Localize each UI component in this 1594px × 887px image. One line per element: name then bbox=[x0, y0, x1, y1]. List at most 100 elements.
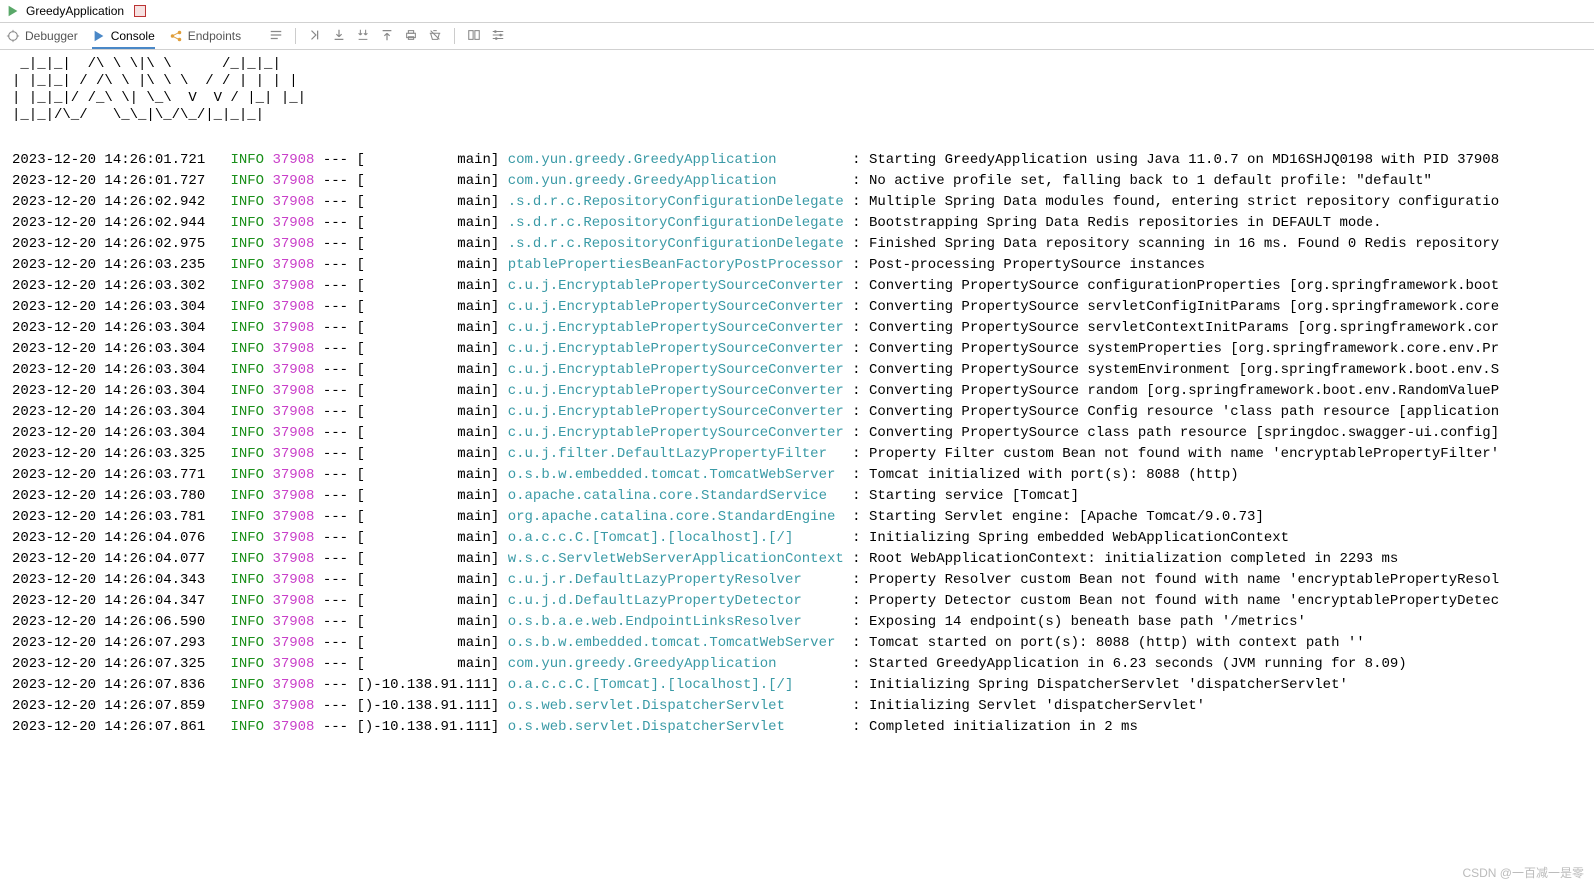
log-timestamp: 2023-12-20 14:26:03.304 bbox=[12, 341, 205, 357]
log-colon: : bbox=[844, 215, 869, 231]
log-thread: [ main] bbox=[356, 425, 499, 441]
console-icon bbox=[92, 29, 106, 43]
log-row: 2023-12-20 14:26:04.076 INFO 37908 --- [… bbox=[12, 528, 1594, 549]
log-class: c.u.j.EncryptablePropertySourceConverter bbox=[499, 278, 843, 294]
settings-icon[interactable] bbox=[491, 28, 505, 45]
log-row: 2023-12-20 14:26:02.942 INFO 37908 --- [… bbox=[12, 192, 1594, 213]
tab-endpoints[interactable]: Endpoints bbox=[169, 29, 241, 43]
log-row: 2023-12-20 14:26:03.304 INFO 37908 --- [… bbox=[12, 381, 1594, 402]
log-pid: 37908 bbox=[264, 404, 314, 420]
tab-debugger[interactable]: Debugger bbox=[6, 29, 78, 43]
log-sep: --- bbox=[314, 719, 356, 735]
log-timestamp: 2023-12-20 14:26:07.325 bbox=[12, 656, 205, 672]
titlebar: GreedyApplication bbox=[0, 0, 1594, 23]
console-output[interactable]: _|_|_| /\ \ \|\ \ /_|_|_| | |_|_| / /\ \… bbox=[0, 50, 1594, 887]
log-sep: --- bbox=[314, 194, 356, 210]
log-class: .s.d.r.c.RepositoryConfigurationDelegate bbox=[499, 194, 843, 210]
log-level: INFO bbox=[205, 236, 264, 252]
log-level: INFO bbox=[205, 572, 264, 588]
download-all-icon[interactable] bbox=[356, 28, 370, 45]
log-colon: : bbox=[844, 530, 869, 546]
log-timestamp: 2023-12-20 14:26:03.304 bbox=[12, 383, 205, 399]
log-pid: 37908 bbox=[264, 278, 314, 294]
upload-icon[interactable] bbox=[380, 28, 394, 45]
log-row: 2023-12-20 14:26:07.325 INFO 37908 --- [… bbox=[12, 654, 1594, 675]
scroll-to-end-icon[interactable] bbox=[308, 28, 322, 45]
log-level: INFO bbox=[205, 530, 264, 546]
layout-icon[interactable] bbox=[467, 28, 481, 45]
log-pid: 37908 bbox=[264, 194, 314, 210]
log-sep: --- bbox=[314, 152, 356, 168]
log-timestamp: 2023-12-20 14:26:03.780 bbox=[12, 488, 205, 504]
log-message: No active profile set, falling back to 1… bbox=[869, 173, 1432, 189]
log-sep: --- bbox=[314, 299, 356, 315]
log-thread: [ main] bbox=[356, 446, 499, 462]
log-class: c.u.j.filter.DefaultLazyPropertyFilter bbox=[499, 446, 843, 462]
log-pid: 37908 bbox=[264, 173, 314, 189]
log-colon: : bbox=[844, 257, 869, 273]
log-level: INFO bbox=[205, 299, 264, 315]
log-class: com.yun.greedy.GreedyApplication bbox=[499, 173, 843, 189]
log-colon: : bbox=[844, 173, 869, 189]
clear-icon[interactable] bbox=[428, 28, 442, 45]
log-row: 2023-12-20 14:26:03.780 INFO 37908 --- [… bbox=[12, 486, 1594, 507]
log-pid: 37908 bbox=[264, 698, 314, 714]
log-sep: --- bbox=[314, 320, 356, 336]
log-class: c.u.j.EncryptablePropertySourceConverter bbox=[499, 299, 843, 315]
log-message: Started GreedyApplication in 6.23 second… bbox=[869, 656, 1407, 672]
log-colon: : bbox=[844, 278, 869, 294]
log-colon: : bbox=[844, 593, 869, 609]
log-message: Tomcat initialized with port(s): 8088 (h… bbox=[869, 467, 1239, 483]
log-row: 2023-12-20 14:26:03.325 INFO 37908 --- [… bbox=[12, 444, 1594, 465]
log-message: Post-processing PropertySource instances bbox=[869, 257, 1205, 273]
log-sep: --- bbox=[314, 614, 356, 630]
stop-button-icon[interactable] bbox=[134, 5, 146, 17]
log-pid: 37908 bbox=[264, 656, 314, 672]
log-timestamp: 2023-12-20 14:26:04.347 bbox=[12, 593, 205, 609]
log-sep: --- bbox=[314, 446, 356, 462]
log-level: INFO bbox=[205, 320, 264, 336]
log-level: INFO bbox=[205, 257, 264, 273]
log-pid: 37908 bbox=[264, 551, 314, 567]
log-pid: 37908 bbox=[264, 719, 314, 735]
log-pid: 37908 bbox=[264, 572, 314, 588]
log-colon: : bbox=[844, 194, 869, 210]
log-sep: --- bbox=[314, 677, 356, 693]
log-row: 2023-12-20 14:26:03.235 INFO 37908 --- [… bbox=[12, 255, 1594, 276]
log-row: 2023-12-20 14:26:04.343 INFO 37908 --- [… bbox=[12, 570, 1594, 591]
log-message: Converting PropertySource class path res… bbox=[869, 425, 1499, 441]
log-row: 2023-12-20 14:26:03.304 INFO 37908 --- [… bbox=[12, 339, 1594, 360]
run-icon bbox=[6, 4, 20, 18]
log-colon: : bbox=[844, 446, 869, 462]
log-message: Converting PropertySource Config resourc… bbox=[869, 404, 1499, 420]
log-message: Initializing Spring DispatcherServlet 'd… bbox=[869, 677, 1348, 693]
log-timestamp: 2023-12-20 14:26:07.861 bbox=[12, 719, 205, 735]
log-row: 2023-12-20 14:26:01.721 INFO 37908 --- [… bbox=[12, 150, 1594, 171]
log-colon: : bbox=[844, 425, 869, 441]
log-timestamp: 2023-12-20 14:26:06.590 bbox=[12, 614, 205, 630]
toggle-soft-wrap-icon[interactable] bbox=[269, 28, 283, 45]
log-sep: --- bbox=[314, 215, 356, 231]
log-row: 2023-12-20 14:26:02.944 INFO 37908 --- [… bbox=[12, 213, 1594, 234]
log-row: 2023-12-20 14:26:03.304 INFO 37908 --- [… bbox=[12, 360, 1594, 381]
log-thread: [ main] bbox=[356, 173, 499, 189]
log-thread: [ main] bbox=[356, 194, 499, 210]
tab-console[interactable]: Console bbox=[92, 29, 155, 49]
log-timestamp: 2023-12-20 14:26:01.727 bbox=[12, 173, 205, 189]
log-thread: [ main] bbox=[356, 530, 499, 546]
log-timestamp: 2023-12-20 14:26:03.304 bbox=[12, 425, 205, 441]
log-message: Converting PropertySource servletContext… bbox=[869, 320, 1499, 336]
log-colon: : bbox=[844, 236, 869, 252]
download-icon[interactable] bbox=[332, 28, 346, 45]
log-level: INFO bbox=[205, 719, 264, 735]
log-message: Property Filter custom Bean not found wi… bbox=[869, 446, 1499, 462]
log-timestamp: 2023-12-20 14:26:07.836 bbox=[12, 677, 205, 693]
log-colon: : bbox=[844, 551, 869, 567]
log-sep: --- bbox=[314, 635, 356, 651]
tab-console-label: Console bbox=[111, 29, 155, 43]
log-thread: [ main] bbox=[356, 572, 499, 588]
log-timestamp: 2023-12-20 14:26:04.343 bbox=[12, 572, 205, 588]
print-icon[interactable] bbox=[404, 28, 418, 45]
log-timestamp: 2023-12-20 14:26:03.771 bbox=[12, 467, 205, 483]
log-message: Completed initialization in 2 ms bbox=[869, 719, 1138, 735]
